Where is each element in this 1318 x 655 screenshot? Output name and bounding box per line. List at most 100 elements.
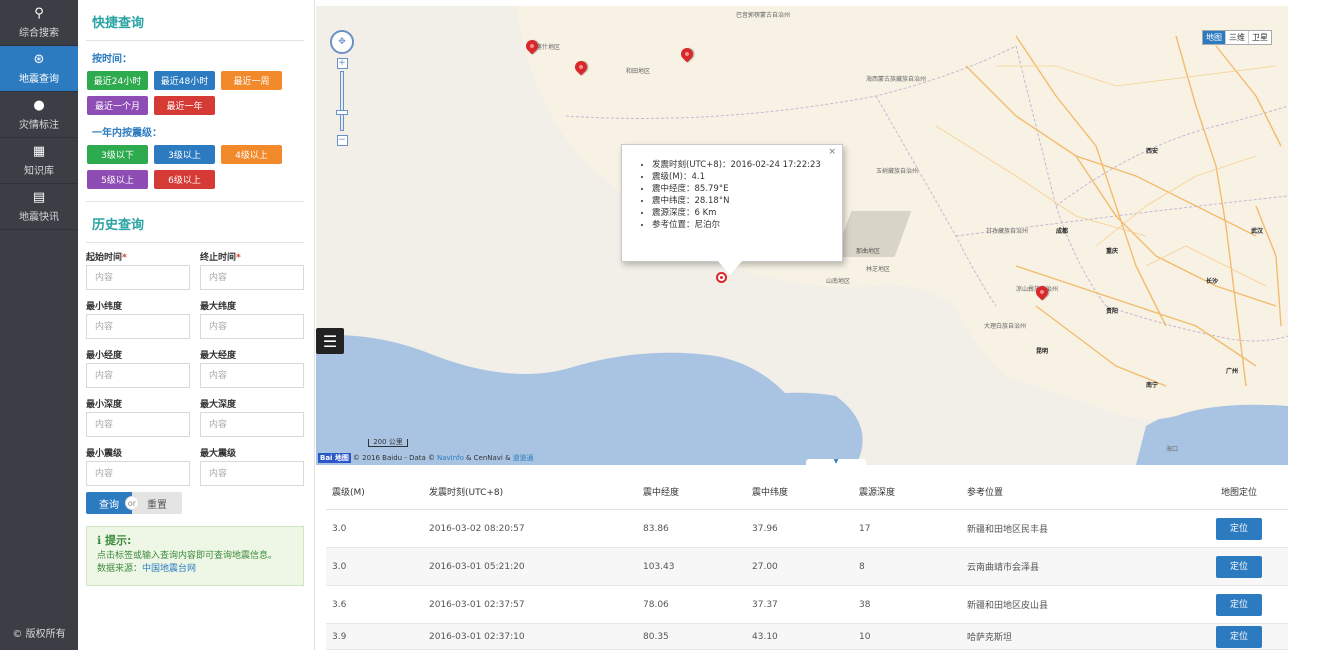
popup-tail [718,261,742,275]
map-type-map[interactable]: 地图 [1203,31,1226,44]
locate-button[interactable]: 定位 [1216,517,1262,540]
hint-source: 数据来源：中国地震台网 [97,564,197,574]
field-label: 起始时间* [86,253,127,263]
end-time-input[interactable] [200,265,304,290]
quick-query-title: 快捷查询 [92,16,145,31]
mag-below-3-button[interactable]: 3级以下 [87,145,148,164]
cell-time: 2016-03-02 08:20:57 [429,523,525,534]
table-row: 3.9 2016-03-01 02:37:10 80.35 43.10 10 哈… [326,624,1288,650]
history-query-title: 历史查询 [92,218,145,233]
zoom-slider-handle[interactable] [336,110,348,115]
menu-toggle-icon[interactable]: ☰ [316,328,344,354]
map-label: 林芝地区 [866,266,891,273]
by-time-label: 按时间： [92,54,132,65]
popup-location: 参考位置：尼泊尔 [652,219,832,231]
cell-location: 新疆和田地区民丰县 [967,525,1049,535]
field-label: 最大震级 [200,449,237,459]
daodaotong-link[interactable]: 道道通 [513,453,534,463]
cell-location: 云南曲靖市会泽县 [967,563,1040,573]
map-label: 广州 [1226,368,1239,375]
cell-magnitude: 3.6 [332,599,347,610]
mag-above-5-button[interactable]: 5级以上 [87,170,148,189]
field-label: 最小深度 [86,400,123,410]
cell-longitude: 103.43 [643,561,675,572]
column-header: 震级(M) [332,488,365,498]
map-view[interactable]: 巴音郭楞蒙古自治州 喀什地区 和田地区 海西蒙古族藏族自治州 玉树藏族自治州 山… [316,6,1288,465]
max-depth-input[interactable] [200,412,304,437]
cell-magnitude: 3.0 [332,561,347,572]
earthquake-table: 震级(M) 发震时刻(UTC+8) 震中经度 震中纬度 震源深度 参考位置 地图… [326,474,1288,650]
column-header: 发震时刻(UTC+8) [429,488,504,498]
zoom-out-button[interactable]: − [336,135,348,146]
cell-latitude: 37.96 [752,523,778,534]
map-type-satellite[interactable]: 卫星 [1249,31,1271,44]
column-header: 地图定位 [1220,488,1257,498]
left-nav: ⚲ 综合搜索 ⊛ 地震查询 ● 灾情标注 ▦ 知识库 ▤ 地震快讯 © 版权所有 [0,0,78,650]
hint-text: 点击标签或输入查询内容即可查询地震信息。 [97,551,278,561]
last-48h-button[interactable]: 最近48小时 [154,71,215,90]
nav-item-earthquake-query[interactable]: ⊛ 地震查询 [0,46,78,92]
locate-button[interactable]: 定位 [1216,593,1262,616]
cell-magnitude: 3.0 [332,523,347,534]
cell-time: 2016-03-01 05:21:20 [429,561,525,572]
last-24h-button[interactable]: 最近24小时 [87,71,148,90]
map-label: 海口 [1166,446,1179,453]
max-magnitude-input[interactable] [200,461,304,486]
mag-above-6-button[interactable]: 6级以上 [154,170,215,189]
earthquake-icon: ⊛ [33,51,45,67]
cell-location: 哈萨克斯坦 [967,633,1013,643]
column-header: 震源深度 [859,488,896,498]
table-row: 3.0 2016-03-01 05:21:20 103.43 27.00 8 云… [326,548,1288,586]
data-source-link[interactable]: 中国地震台网 [142,564,196,574]
collapse-arrow-icon[interactable]: ▼ [806,459,866,465]
map-label: 山南地区 [826,278,851,285]
map-label: 甘孜藏族自治州 [986,228,1029,235]
map-label: 大理白族自治州 [984,323,1027,330]
reset-button[interactable]: 重置 [132,492,182,514]
navinfo-link[interactable]: NavInfo [437,454,464,462]
mag-above-4-button[interactable]: 4级以上 [221,145,282,164]
max-latitude-input[interactable] [200,314,304,339]
map-label: 贵阳 [1106,308,1119,315]
last-week-button[interactable]: 最近一周 [221,71,282,90]
last-year-button[interactable]: 最近一年 [154,96,215,115]
cell-location: 新疆和田地区皮山县 [967,601,1049,611]
cell-depth: 8 [859,561,865,572]
cell-longitude: 78.06 [643,599,669,610]
info-icon: ℹ [97,534,106,547]
map-label: 和田地区 [626,68,651,75]
min-depth-input[interactable] [86,412,190,437]
popup-depth: 震源深度：6 Km [652,207,832,219]
copyright: © 版权所有 [12,629,66,640]
map-type-3d[interactable]: 三维 [1226,31,1249,44]
locate-button[interactable]: 定位 [1216,555,1262,578]
nav-item-knowledge[interactable]: ▦ 知识库 [0,138,78,184]
min-longitude-input[interactable] [86,363,190,388]
field-label: 最小震级 [86,449,123,459]
field-label: 最大经度 [200,351,237,361]
max-longitude-input[interactable] [200,363,304,388]
last-month-button[interactable]: 最近一个月 [87,96,148,115]
earthquake-info-popup: × 发震时刻(UTC+8)：2016-02-24 17:22:23 震级(M)：… [621,144,843,275]
zoom-in-button[interactable]: + [336,58,348,69]
nav-item-news[interactable]: ▤ 地震快讯 [0,184,78,230]
min-magnitude-input[interactable] [86,461,190,486]
mag-above-3-button[interactable]: 3级以上 [154,145,215,164]
zoom-slider[interactable] [336,71,348,131]
nav-item-search[interactable]: ⚲ 综合搜索 [0,0,78,46]
map-label: 成都 [1056,228,1069,235]
pan-control-icon[interactable]: ✥ [330,30,354,54]
close-icon[interactable]: × [828,147,836,157]
nav-item-disaster-mark[interactable]: ● 灾情标注 [0,92,78,138]
column-header: 参考位置 [967,488,1004,498]
field-label: 最小经度 [86,351,123,361]
start-time-input[interactable] [86,265,190,290]
baidu-map-logo: Bai 地图 [318,453,351,463]
cell-latitude: 43.10 [752,631,778,642]
book-icon: ▦ [32,143,46,159]
locate-button[interactable]: 定位 [1216,625,1262,648]
cell-depth: 38 [859,599,871,610]
search-icon: ⚲ [34,5,44,21]
nav-item-label: 知识库 [24,165,54,177]
min-latitude-input[interactable] [86,314,190,339]
